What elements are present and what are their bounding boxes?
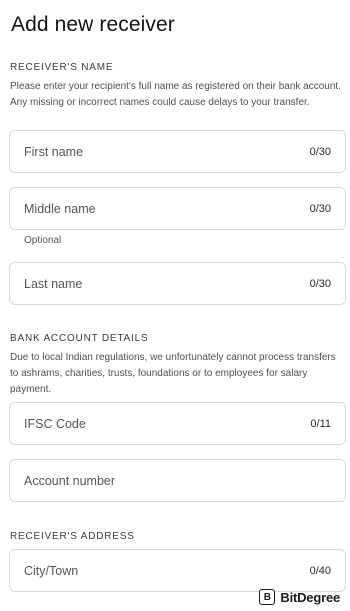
account-number-field[interactable] <box>9 459 346 502</box>
first-name-counter: 0/30 <box>309 145 331 158</box>
middle-name-input[interactable] <box>24 201 310 216</box>
city-town-input[interactable] <box>24 563 310 578</box>
receivers-address-heading: RECEIVER'S ADDRESS <box>10 531 135 542</box>
ifsc-code-field[interactable]: 0/11 <box>9 402 346 445</box>
ifsc-code-counter: 0/11 <box>310 417 331 430</box>
last-name-field[interactable]: 0/30 <box>9 262 346 305</box>
bank-account-heading: BANK ACCOUNT DETAILS <box>10 333 149 344</box>
bitdegree-logo-icon: B <box>259 589 276 605</box>
bitdegree-watermark-text: BitDegree <box>280 589 340 605</box>
bitdegree-watermark: B BitDegree <box>259 589 340 605</box>
receivers-name-description: Please enter your recipient's full name … <box>10 81 341 108</box>
page-title: Add new receiver <box>11 13 175 36</box>
city-town-counter: 0/40 <box>309 564 331 577</box>
first-name-field[interactable]: 0/30 <box>9 130 346 173</box>
middle-name-counter: 0/30 <box>309 202 331 215</box>
account-number-input[interactable] <box>24 473 331 488</box>
receivers-name-heading: RECEIVER'S NAME <box>10 62 114 73</box>
last-name-counter: 0/30 <box>309 277 331 290</box>
first-name-input[interactable] <box>24 144 310 159</box>
middle-name-field[interactable]: 0/30 <box>9 187 346 230</box>
middle-name-helper: Optional <box>24 235 62 246</box>
bank-account-description: Due to local Indian regulations, we unfo… <box>10 352 336 395</box>
city-town-field[interactable]: 0/40 <box>9 549 346 592</box>
last-name-input[interactable] <box>24 276 310 291</box>
ifsc-code-input[interactable] <box>24 416 311 431</box>
